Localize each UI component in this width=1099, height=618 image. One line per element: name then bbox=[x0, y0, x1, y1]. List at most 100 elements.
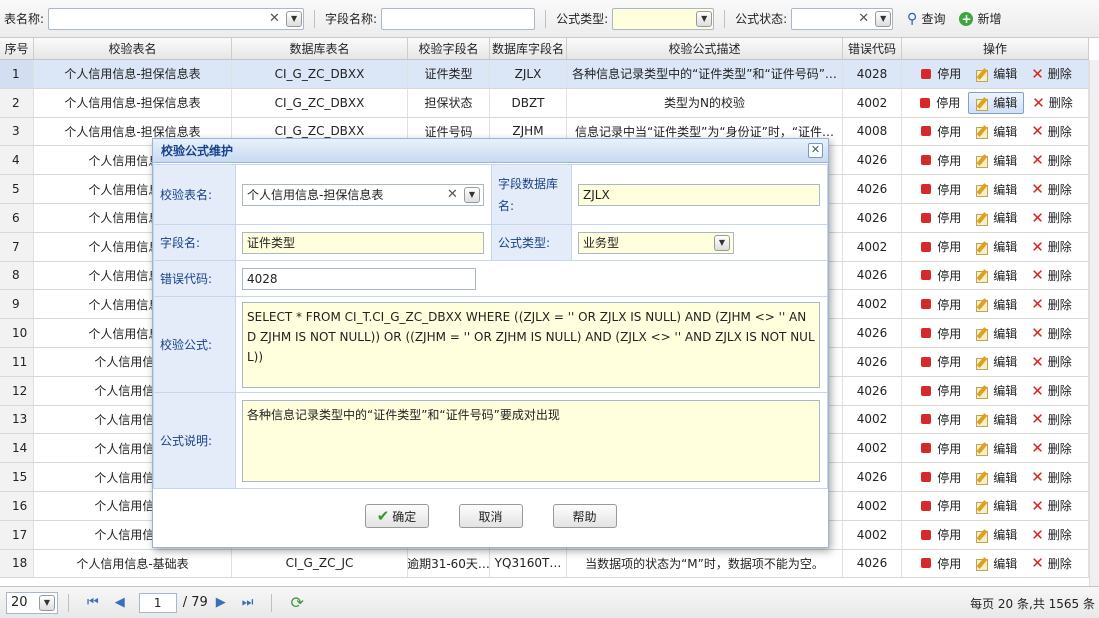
chevron-down-icon[interactable]: ▼ bbox=[286, 10, 303, 27]
delete-button[interactable]: ✕ 删除 bbox=[1025, 178, 1078, 200]
edit-button[interactable]: 编辑 bbox=[969, 264, 1023, 286]
edit-button[interactable]: 编辑 bbox=[969, 437, 1023, 459]
prev-page-icon[interactable]: ◀ bbox=[115, 595, 125, 610]
col-header-desc[interactable]: 校验公式描述 bbox=[567, 38, 843, 59]
last-page-icon[interactable]: ⏭ bbox=[242, 595, 254, 610]
stop-button[interactable]: 停用 bbox=[915, 351, 967, 373]
col-header-code[interactable]: 错误代码 bbox=[843, 38, 902, 59]
stop-button[interactable]: 停用 bbox=[915, 495, 967, 517]
edit-button[interactable]: 编辑 bbox=[969, 293, 1023, 315]
formula-textarea[interactable]: SELECT * FROM CI_T.CI_G_ZC_DBXX WHERE ((… bbox=[242, 301, 820, 388]
stop-button[interactable]: 停用 bbox=[915, 63, 967, 85]
first-page-icon[interactable]: ⏮ bbox=[87, 595, 99, 610]
delete-button[interactable]: ✕ 删除 bbox=[1025, 149, 1078, 171]
col-header-db-table[interactable]: 数据库表名 bbox=[232, 38, 408, 59]
table-row[interactable]: 2 个人信用信息-担保信息表 CI_G_ZC_DBXX 担保状态 DBZT 类型为N的校验… bbox=[0, 88, 1089, 118]
stop-button[interactable]: 停用 bbox=[915, 178, 967, 200]
stop-button[interactable]: 停用 bbox=[915, 322, 967, 344]
delete-button[interactable]: ✕ 删除 bbox=[1025, 63, 1078, 85]
col-header-ops[interactable]: 操作 bbox=[902, 38, 1089, 59]
db-field-input[interactable]: ZJLX bbox=[578, 183, 820, 206]
edit-button[interactable]: 编辑 bbox=[969, 380, 1023, 402]
delete-button[interactable]: ✕ 删除 bbox=[1025, 120, 1078, 142]
cancel-button[interactable]: 取消 bbox=[458, 504, 523, 528]
vertical-scrollbar[interactable] bbox=[1089, 60, 1099, 586]
edit-button[interactable]: 编辑 bbox=[969, 495, 1023, 517]
edit-button[interactable]: 编辑 bbox=[969, 178, 1023, 200]
table-row[interactable]: 1 个人信用信息-担保信息表 CI_G_ZC_DBXX 证件类型 ZJLX 各种信息记录类… bbox=[0, 60, 1089, 89]
stop-button[interactable]: 停用 bbox=[915, 437, 967, 459]
edit-button[interactable]: 编辑 bbox=[969, 120, 1023, 142]
stop-button[interactable]: 停用 bbox=[915, 408, 967, 430]
stop-button[interactable]: 停用 bbox=[915, 466, 967, 488]
edit-button[interactable]: 编辑 bbox=[969, 149, 1023, 171]
table-name-select[interactable]: ✕ ▼ bbox=[48, 7, 305, 30]
clear-icon[interactable]: ✕ bbox=[269, 11, 280, 26]
help-button[interactable]: 帮助 bbox=[552, 504, 617, 528]
edit-button[interactable]: 编辑 bbox=[969, 351, 1023, 373]
col-header-db-field[interactable]: 数据库字段名 bbox=[490, 38, 567, 59]
edit-button[interactable]: 编辑 bbox=[969, 524, 1023, 546]
clear-icon[interactable]: ✕ bbox=[447, 187, 458, 202]
refresh-icon[interactable]: ⟳ bbox=[290, 593, 303, 612]
stop-button[interactable]: 停用 bbox=[914, 92, 966, 114]
delete-icon: ✕ bbox=[1031, 64, 1044, 83]
delete-button[interactable]: ✕ 删除 bbox=[1025, 437, 1078, 459]
page-number-input[interactable]: 1 bbox=[138, 592, 177, 613]
clear-icon[interactable]: ✕ bbox=[858, 11, 869, 26]
col-header-field[interactable]: 校验字段名 bbox=[408, 38, 490, 59]
edit-button[interactable]: 编辑 bbox=[968, 91, 1025, 114]
stop-button[interactable]: 停用 bbox=[915, 207, 967, 229]
formula-type-select[interactable]: ▼ bbox=[612, 7, 715, 30]
delete-button[interactable]: ✕ 删除 bbox=[1025, 552, 1078, 574]
stop-button[interactable]: 停用 bbox=[915, 236, 967, 258]
chevron-down-icon[interactable]: ▼ bbox=[696, 10, 713, 27]
delete-button[interactable]: ✕ 删除 bbox=[1025, 524, 1078, 546]
field-name-field[interactable]: 证件类型 bbox=[242, 231, 484, 254]
delete-button[interactable]: ✕ 删除 bbox=[1026, 92, 1079, 114]
stop-button[interactable]: 停用 bbox=[915, 264, 967, 286]
dialog-table-select[interactable]: 个人信用信息-担保信息表 ✕ ▼ bbox=[242, 183, 484, 206]
stop-button[interactable]: 停用 bbox=[915, 552, 967, 574]
edit-button[interactable]: 编辑 bbox=[969, 552, 1023, 574]
error-code-field[interactable]: 4028 bbox=[242, 267, 476, 290]
col-header-table[interactable]: 校验表名 bbox=[34, 38, 232, 59]
delete-button[interactable]: ✕ 删除 bbox=[1025, 495, 1078, 517]
delete-button[interactable]: ✕ 删除 bbox=[1025, 322, 1078, 344]
field-name-input[interactable] bbox=[381, 7, 536, 30]
formula-type-field[interactable]: 业务型 ▼ bbox=[578, 231, 734, 254]
stop-button[interactable]: 停用 bbox=[915, 293, 967, 315]
chevron-down-icon[interactable]: ▼ bbox=[714, 234, 730, 251]
desc-textarea[interactable]: 各种信息记录类型中的“证件类型”和“证件号码”要成对出现 bbox=[242, 399, 820, 482]
close-icon[interactable]: ✕ bbox=[808, 143, 823, 158]
stop-button[interactable]: 停用 bbox=[915, 524, 967, 546]
stop-button[interactable]: 停用 bbox=[915, 149, 967, 171]
query-button[interactable]: ⚲ 查询 bbox=[907, 10, 945, 27]
edit-button[interactable]: 编辑 bbox=[969, 207, 1023, 229]
formula-status-select[interactable]: ✕ ▼ bbox=[791, 7, 894, 30]
stop-button[interactable]: 停用 bbox=[915, 120, 967, 142]
ok-button[interactable]: ✔ 确定 bbox=[364, 504, 429, 528]
edit-button[interactable]: 编辑 bbox=[969, 236, 1023, 258]
delete-button[interactable]: ✕ 删除 bbox=[1025, 351, 1078, 373]
next-page-icon[interactable]: ▶ bbox=[216, 595, 226, 610]
chevron-down-icon[interactable]: ▼ bbox=[464, 186, 480, 203]
chevron-down-icon[interactable]: ▼ bbox=[39, 594, 55, 611]
delete-button[interactable]: ✕ 删除 bbox=[1025, 236, 1078, 258]
col-header-no[interactable]: 序号 bbox=[0, 38, 34, 59]
delete-button[interactable]: ✕ 删除 bbox=[1025, 408, 1078, 430]
page-size-select[interactable]: 20 ▼ bbox=[6, 591, 58, 614]
edit-button[interactable]: 编辑 bbox=[969, 322, 1023, 344]
table-row[interactable]: 18 个人信用信息-基础表 CI_G_ZC_JC 逾期31-60天… YQ3160T… 当… bbox=[0, 549, 1089, 579]
edit-button[interactable]: 编辑 bbox=[969, 63, 1023, 85]
delete-button[interactable]: ✕ 删除 bbox=[1025, 207, 1078, 229]
edit-button[interactable]: 编辑 bbox=[969, 466, 1023, 488]
chevron-down-icon[interactable]: ▼ bbox=[875, 10, 892, 27]
delete-button[interactable]: ✕ 删除 bbox=[1025, 293, 1078, 315]
add-button[interactable]: + 新增 bbox=[959, 10, 1001, 27]
edit-button[interactable]: 编辑 bbox=[969, 408, 1023, 430]
delete-button[interactable]: ✕ 删除 bbox=[1025, 264, 1078, 286]
delete-button[interactable]: ✕ 删除 bbox=[1025, 380, 1078, 402]
stop-button[interactable]: 停用 bbox=[915, 380, 967, 402]
delete-button[interactable]: ✕ 删除 bbox=[1025, 466, 1078, 488]
